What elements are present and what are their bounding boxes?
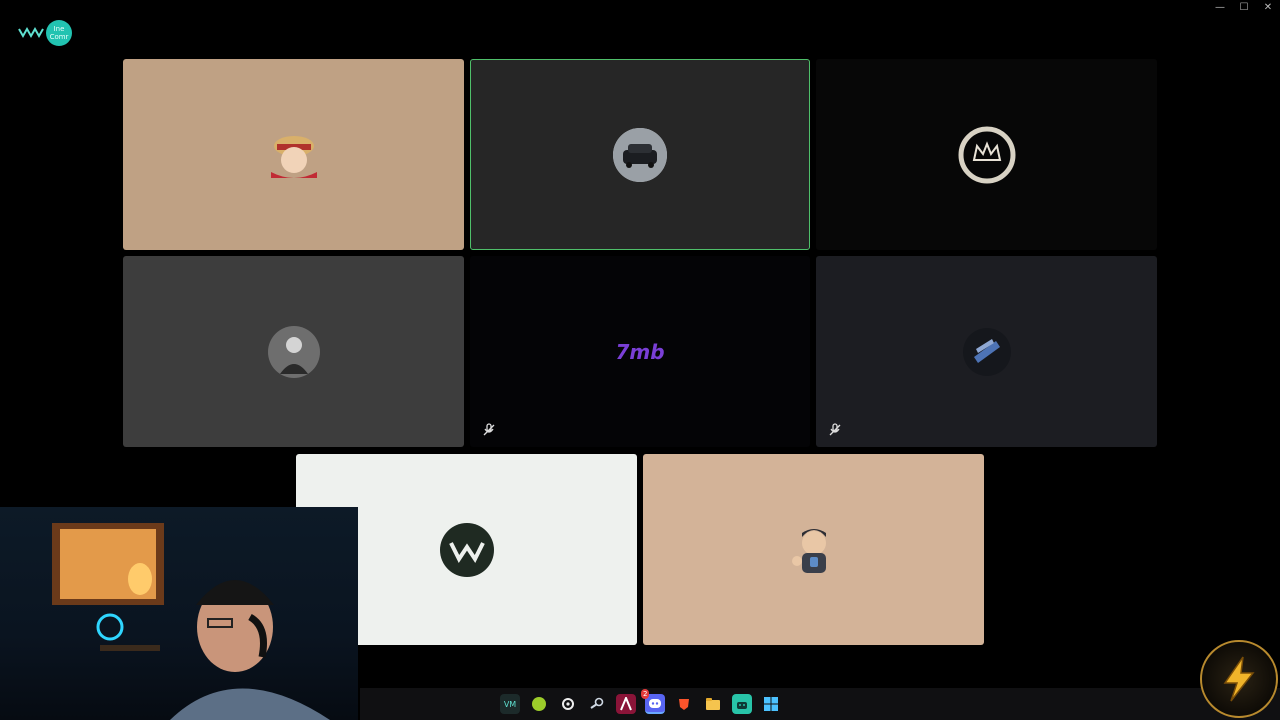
android-icon[interactable] bbox=[732, 694, 752, 714]
cartoon-thumbs-up-avatar-icon bbox=[785, 521, 843, 579]
taskbar: VM 2 bbox=[360, 688, 1280, 720]
participant-tile-1[interactable] bbox=[123, 59, 464, 250]
lightning-bolt-icon bbox=[1200, 640, 1278, 718]
windows-icon[interactable] bbox=[761, 694, 781, 714]
straw-hat-character-avatar-icon bbox=[261, 122, 327, 188]
file-explorer-icon[interactable] bbox=[703, 694, 723, 714]
minimize-button[interactable]: — bbox=[1214, 2, 1226, 13]
logo-badge-line1: Ine bbox=[53, 25, 65, 33]
participant-tile-8[interactable] bbox=[643, 454, 984, 645]
window-controls: — ☐ ✕ bbox=[1214, 2, 1274, 13]
participant-tile-4[interactable] bbox=[123, 256, 464, 447]
steelseries-icon[interactable] bbox=[558, 694, 578, 714]
participant-tile-5[interactable]: 7mb bbox=[470, 256, 810, 447]
car-avatar-icon bbox=[613, 127, 667, 182]
man-portrait-avatar-icon bbox=[267, 325, 320, 378]
participant-tile-3[interactable] bbox=[816, 59, 1157, 250]
green-ball-icon[interactable] bbox=[529, 694, 549, 714]
brave-icon[interactable] bbox=[674, 694, 694, 714]
terminal-icon[interactable]: VM bbox=[500, 694, 520, 714]
mic-muted-icon bbox=[483, 423, 495, 436]
crown-ring-avatar-icon bbox=[958, 126, 1016, 184]
mic-muted-icon bbox=[829, 423, 841, 436]
maximize-button[interactable]: ☐ bbox=[1238, 2, 1250, 13]
app-logo: Ine Comr bbox=[18, 20, 72, 46]
w-logo-avatar-icon bbox=[439, 522, 494, 577]
logo-badge: Ine Comr bbox=[46, 20, 72, 46]
affinity-icon[interactable] bbox=[616, 694, 636, 714]
title-bar bbox=[0, 0, 1280, 18]
7mb-logo-text: 7mb bbox=[615, 339, 665, 364]
logo-wave-icon bbox=[18, 25, 44, 42]
participant-tile-2[interactable] bbox=[470, 59, 810, 250]
taskbar-icons: VM 2 bbox=[500, 689, 781, 714]
7mb-logo-avatar-icon: 7mb bbox=[612, 324, 668, 380]
close-button[interactable]: ✕ bbox=[1262, 2, 1274, 13]
webcam-overlay bbox=[0, 507, 358, 720]
participant-tile-6[interactable] bbox=[816, 256, 1157, 447]
steam-icon[interactable] bbox=[587, 694, 607, 714]
discord-icon[interactable]: 2 bbox=[641, 689, 665, 714]
blue-emblem-avatar-icon bbox=[962, 327, 1012, 377]
logo-badge-line2: Comr bbox=[49, 33, 69, 41]
